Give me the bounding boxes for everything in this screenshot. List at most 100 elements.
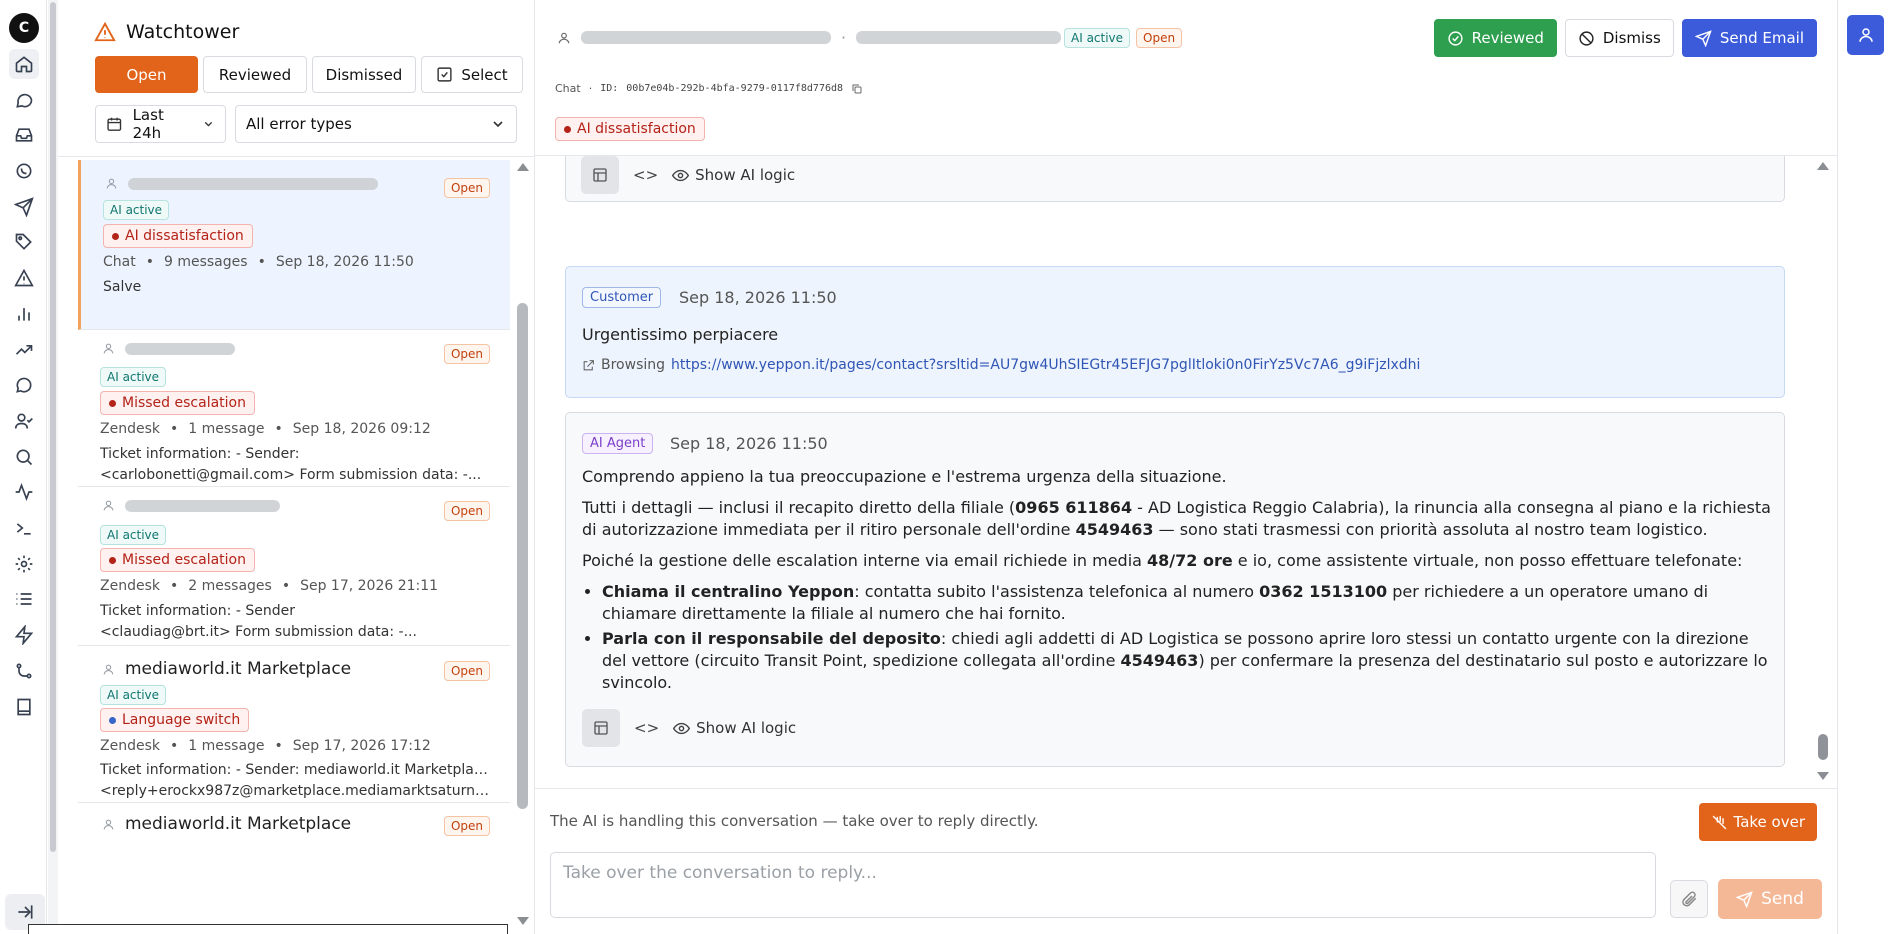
search-icon[interactable]: [9, 442, 39, 472]
take-over-button[interactable]: Take over: [1698, 803, 1817, 841]
terminal-icon[interactable]: [9, 513, 39, 543]
code-view-icon[interactable]: <>: [634, 719, 659, 737]
conversation-name: mediaworld.it Marketplace: [102, 814, 351, 834]
conversation-preview: Salve: [103, 279, 142, 295]
redacted-email: [856, 31, 1062, 44]
ai-active-tag: AI active: [103, 200, 170, 220]
watchtower-title: Watchtower: [94, 21, 239, 43]
select-button[interactable]: Select: [421, 56, 523, 93]
list-item[interactable]: Open AI active AI dissatisfaction Chat • …: [78, 160, 510, 330]
bottom-overlay: [28, 924, 508, 934]
list-item[interactable]: mediaworld.it Marketplace Open: [78, 803, 510, 934]
eye-icon: [673, 722, 691, 734]
send-button[interactable]: Send: [1718, 879, 1822, 919]
reply-input[interactable]: Take over the conversation to reply...: [550, 852, 1656, 918]
conversation-preview: Ticket information: - Sender: mediaworld…: [100, 762, 490, 799]
conversation-name: [102, 499, 280, 512]
user-check-icon[interactable]: [9, 406, 39, 436]
conversation-id: 00b7e04b-292b-4bfa-9279-0117f8d776d8: [626, 83, 844, 94]
error-type-select[interactable]: All error types: [235, 105, 517, 143]
git-branch-icon[interactable]: [9, 656, 39, 686]
send-email-button[interactable]: Send Email: [1681, 19, 1817, 57]
table-view-icon[interactable]: [582, 709, 620, 747]
person-icon: [103, 500, 114, 511]
list-icon[interactable]: [9, 584, 39, 614]
nav-rail: C: [0, 0, 47, 934]
bar-chart-icon[interactable]: [9, 299, 39, 329]
browsing-info: Browsing https://www.yeppon.it/pages/con…: [582, 357, 1420, 373]
person-icon: [103, 819, 114, 829]
thread-scrollbar[interactable]: [1815, 156, 1831, 788]
checkbox-icon: [437, 67, 452, 82]
watchtower-title-text: Watchtower: [126, 21, 240, 43]
chat-icon[interactable]: [9, 85, 39, 115]
status-tabs: Open Reviewed Dismissed Select: [95, 56, 523, 93]
redacted-user: [581, 31, 831, 44]
chevron-down-icon: [204, 121, 213, 127]
conversation-meta: Zendesk • 1 message • Sep 18, 2026 09:12: [100, 421, 431, 437]
status-badge: Open: [1136, 28, 1183, 48]
status-badge: Open: [443, 344, 490, 364]
show-ai-logic-button[interactable]: Show AI logic: [672, 166, 795, 184]
reviewed-button[interactable]: Reviewed: [1433, 19, 1557, 57]
person-icon: [103, 664, 114, 674]
book-icon[interactable]: [9, 692, 39, 722]
send-icon: [1736, 890, 1753, 908]
ai-active-tag: AI active: [100, 685, 167, 705]
message-card: Customer Sep 18, 2026 11:50 Urgentissimo…: [565, 266, 1785, 398]
show-ai-logic-button[interactable]: Show AI logic: [673, 719, 796, 737]
date-filter[interactable]: Last 24h: [95, 105, 226, 143]
error-tag: Language switch: [100, 708, 250, 732]
list-item[interactable]: Open AI active Missed escalation Zendesk…: [78, 330, 510, 487]
inbox-icon[interactable]: [9, 120, 39, 150]
filters: Last 24h All error types: [95, 105, 517, 143]
person-icon: [558, 32, 570, 43]
rail-scrollbar[interactable]: [48, 0, 58, 934]
message-time: Sep 18, 2026 11:50: [679, 288, 837, 307]
alert-icon[interactable]: [9, 263, 39, 293]
table-view-icon[interactable]: [581, 156, 619, 194]
browsing-link[interactable]: https://www.yeppon.it/pages/contact?srsl…: [671, 357, 1420, 373]
zap-icon[interactable]: [9, 620, 39, 650]
list-scrollbar[interactable]: [513, 157, 533, 934]
conversation-meta: Zendesk • 1 message • Sep 17, 2026 17:12: [100, 738, 431, 754]
eye-icon: [672, 169, 690, 181]
conversation-preview: Ticket information: - Sender <claudiag@b…: [100, 603, 417, 640]
ai-handling-note: The AI is handling this conversation — t…: [550, 812, 1039, 830]
message-tools: <> Show AI logic: [582, 709, 796, 747]
list-item[interactable]: mediaworld.it Marketplace Open AI active…: [78, 646, 510, 803]
external-link-icon: [583, 359, 594, 370]
message-thread: <> Show AI logic Customer Sep 18, 2026 1…: [535, 156, 1837, 788]
status-badge: Open: [443, 816, 490, 836]
status-badge: Open: [443, 178, 490, 198]
send-icon[interactable]: [9, 192, 39, 222]
role-badge: Customer: [582, 287, 662, 308]
tab-open[interactable]: Open: [95, 56, 198, 93]
list-item[interactable]: Open AI active Missed escalation Zendesk…: [78, 487, 510, 646]
message-icon[interactable]: [9, 370, 39, 400]
paperclip-icon[interactable]: [1670, 880, 1708, 918]
settings-icon[interactable]: [9, 549, 39, 579]
redacted-name: [125, 342, 235, 355]
user-icon[interactable]: [1847, 15, 1884, 55]
tab-reviewed[interactable]: Reviewed: [203, 56, 307, 93]
code-view-icon[interactable]: <>: [633, 166, 658, 184]
status-badge: Open: [443, 661, 490, 681]
whatsapp-icon[interactable]: [9, 156, 39, 186]
app-logo[interactable]: C: [9, 13, 39, 43]
tag-icon[interactable]: [9, 227, 39, 257]
home-icon[interactable]: [9, 49, 39, 79]
tab-dismissed[interactable]: Dismissed: [312, 56, 416, 93]
hand-off-icon: [1712, 815, 1726, 829]
activity-icon[interactable]: [9, 477, 39, 507]
role-badge: AI Agent: [582, 433, 654, 454]
conversation-list: Open AI active AI dissatisfaction Chat • …: [78, 157, 510, 934]
conversation-name: [102, 342, 235, 355]
copy-icon[interactable]: [851, 83, 863, 95]
ai-active-tag: AI active: [1064, 28, 1131, 48]
dismiss-button[interactable]: Dismiss: [1564, 19, 1674, 57]
trend-icon[interactable]: [9, 335, 39, 365]
conversation-meta: Chat • 9 messages • Sep 18, 2026 11:50: [103, 254, 414, 270]
error-tag: AI dissatisfaction: [555, 117, 705, 141]
ai-active-tag: AI active: [100, 367, 167, 387]
